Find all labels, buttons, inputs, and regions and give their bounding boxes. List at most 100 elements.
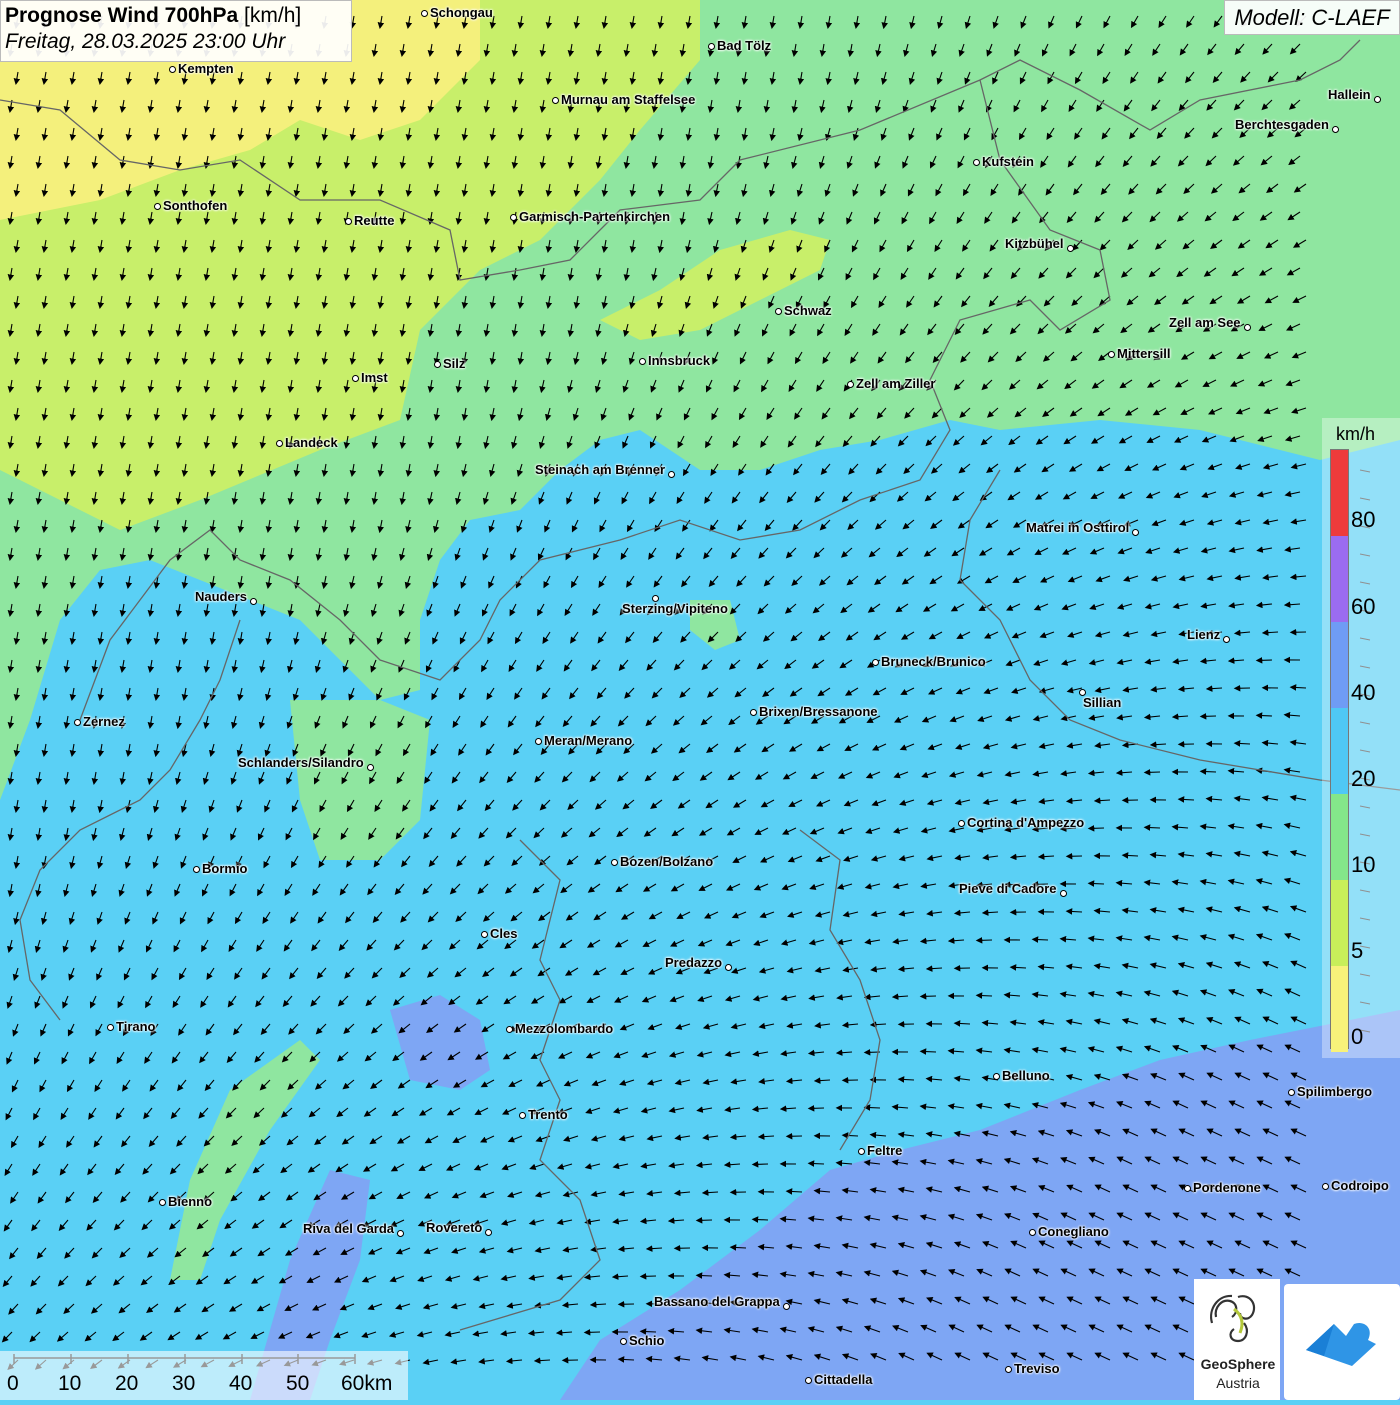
city-label: Innsbruck	[648, 353, 710, 368]
legend-label-10: 10	[1351, 852, 1375, 878]
wind-arrow	[1237, 743, 1250, 744]
legend-swatch-5	[1331, 880, 1348, 966]
city-label: Codroipo	[1331, 1178, 1389, 1193]
logo-text-austria: Austria	[1195, 1375, 1281, 1391]
city-marker	[159, 1199, 166, 1206]
city-label: Garmisch-Partenkirchen	[519, 209, 670, 224]
city-marker	[1067, 245, 1074, 252]
city-marker	[434, 361, 441, 368]
legend-label-80: 80	[1351, 507, 1375, 533]
city-label: Zell am See	[1169, 315, 1241, 330]
city-marker	[639, 358, 646, 365]
city-label: Bad Tölz	[717, 38, 771, 53]
map-title: Prognose Wind 700hPa [km/h] Freitag, 28.…	[0, 0, 352, 62]
wind-arrow	[845, 1135, 858, 1136]
city-marker	[367, 764, 374, 771]
logo-text-geosphere: GeoSphere	[1195, 1356, 1281, 1372]
city-marker	[552, 97, 559, 104]
title-unit: [km/h]	[244, 4, 301, 27]
city-marker	[250, 598, 257, 605]
wind-arrow	[789, 1191, 802, 1192]
city-marker	[485, 1229, 492, 1236]
city-label: Zell am Ziller	[856, 376, 935, 391]
scale-label-30: 30	[172, 1372, 195, 1396]
city-marker	[510, 214, 517, 221]
scale-label-60km: 60km	[341, 1372, 392, 1396]
city-marker	[1322, 1183, 1329, 1190]
city-label: Riva del Garda	[303, 1221, 394, 1236]
city-marker	[421, 10, 428, 17]
city-label: Schwaz	[784, 303, 832, 318]
city-marker	[611, 859, 618, 866]
city-marker	[783, 1303, 790, 1310]
wind-arrow	[901, 1079, 914, 1080]
legend-label-60: 60	[1351, 594, 1375, 620]
city-label: Rovereto	[426, 1220, 482, 1235]
city-marker	[506, 1026, 513, 1033]
city-marker	[345, 218, 352, 225]
city-marker	[1005, 1366, 1012, 1373]
city-label: Cittadella	[814, 1372, 873, 1387]
cloud-icon	[1284, 1284, 1400, 1400]
city-label: Hallein	[1328, 87, 1371, 102]
city-marker	[620, 1338, 627, 1345]
legend-swatch-40	[1331, 622, 1348, 708]
city-label: Trento	[528, 1107, 568, 1122]
wind-arrow	[1125, 855, 1138, 856]
city-marker	[1184, 1185, 1191, 1192]
wind-arrow	[1203, 771, 1216, 772]
wind-arrow	[1013, 967, 1026, 968]
city-label: Berchtesgaden	[1235, 117, 1329, 132]
wind-arrow	[811, 1163, 824, 1164]
legend-swatch-80	[1331, 450, 1348, 536]
city-label: Cortina d'Ampezzo	[967, 815, 1084, 830]
city-marker	[1060, 890, 1067, 897]
wind-arrow	[699, 1275, 712, 1276]
city-marker	[973, 159, 980, 166]
city-label: Bruneck/Brunico	[881, 654, 986, 669]
city-marker	[276, 440, 283, 447]
city-label: Matrei in Osttirol	[1026, 520, 1129, 535]
city-marker	[535, 738, 542, 745]
wind-arrow	[643, 1331, 656, 1332]
city-marker	[352, 375, 359, 382]
city-label: Sterzing/Vipiteno	[622, 601, 728, 616]
city-label: Treviso	[1014, 1361, 1060, 1376]
city-label: Kempten	[178, 61, 234, 76]
city-label: Schlanders/Silandro	[238, 755, 364, 770]
city-label: Belluno	[1002, 1068, 1050, 1083]
city-marker	[775, 308, 782, 315]
city-marker	[668, 471, 675, 478]
city-label: Zernez	[83, 714, 125, 729]
scale-label-50: 50	[286, 1372, 309, 1396]
legend-swatch-20	[1331, 708, 1348, 794]
city-marker	[1244, 324, 1251, 331]
city-marker	[858, 1148, 865, 1155]
city-marker	[872, 659, 879, 666]
scale-label-20: 20	[115, 1372, 138, 1396]
city-marker	[1223, 636, 1230, 643]
city-marker	[397, 1230, 404, 1237]
wind-arrow	[1293, 687, 1306, 688]
city-label: Mittersill	[1117, 346, 1170, 361]
city-marker	[74, 719, 81, 726]
city-label: Tirano	[116, 1019, 156, 1034]
wind-arrow	[867, 1107, 880, 1108]
model-label: Modell: C-LAEF	[1224, 0, 1400, 35]
city-label: Spilimbergo	[1297, 1084, 1372, 1099]
city-label: Bozen/Bolzano	[620, 854, 713, 869]
legend-label-0: 0	[1351, 1024, 1363, 1050]
scale-label-40: 40	[229, 1372, 252, 1396]
city-marker	[481, 931, 488, 938]
city-label: Cles	[490, 926, 517, 941]
city-marker	[1108, 351, 1115, 358]
wind-arrow	[979, 995, 992, 996]
city-label: Imst	[361, 370, 388, 385]
weather-app-logo[interactable]	[1284, 1284, 1400, 1400]
city-label: Bormio	[202, 861, 248, 876]
legend-swatch-0	[1331, 966, 1348, 1052]
title-main: Prognose Wind 700hPa	[5, 4, 238, 27]
city-label: Reutte	[354, 213, 394, 228]
wind-arrow	[1181, 799, 1194, 800]
wind-arrow	[1091, 883, 1104, 884]
